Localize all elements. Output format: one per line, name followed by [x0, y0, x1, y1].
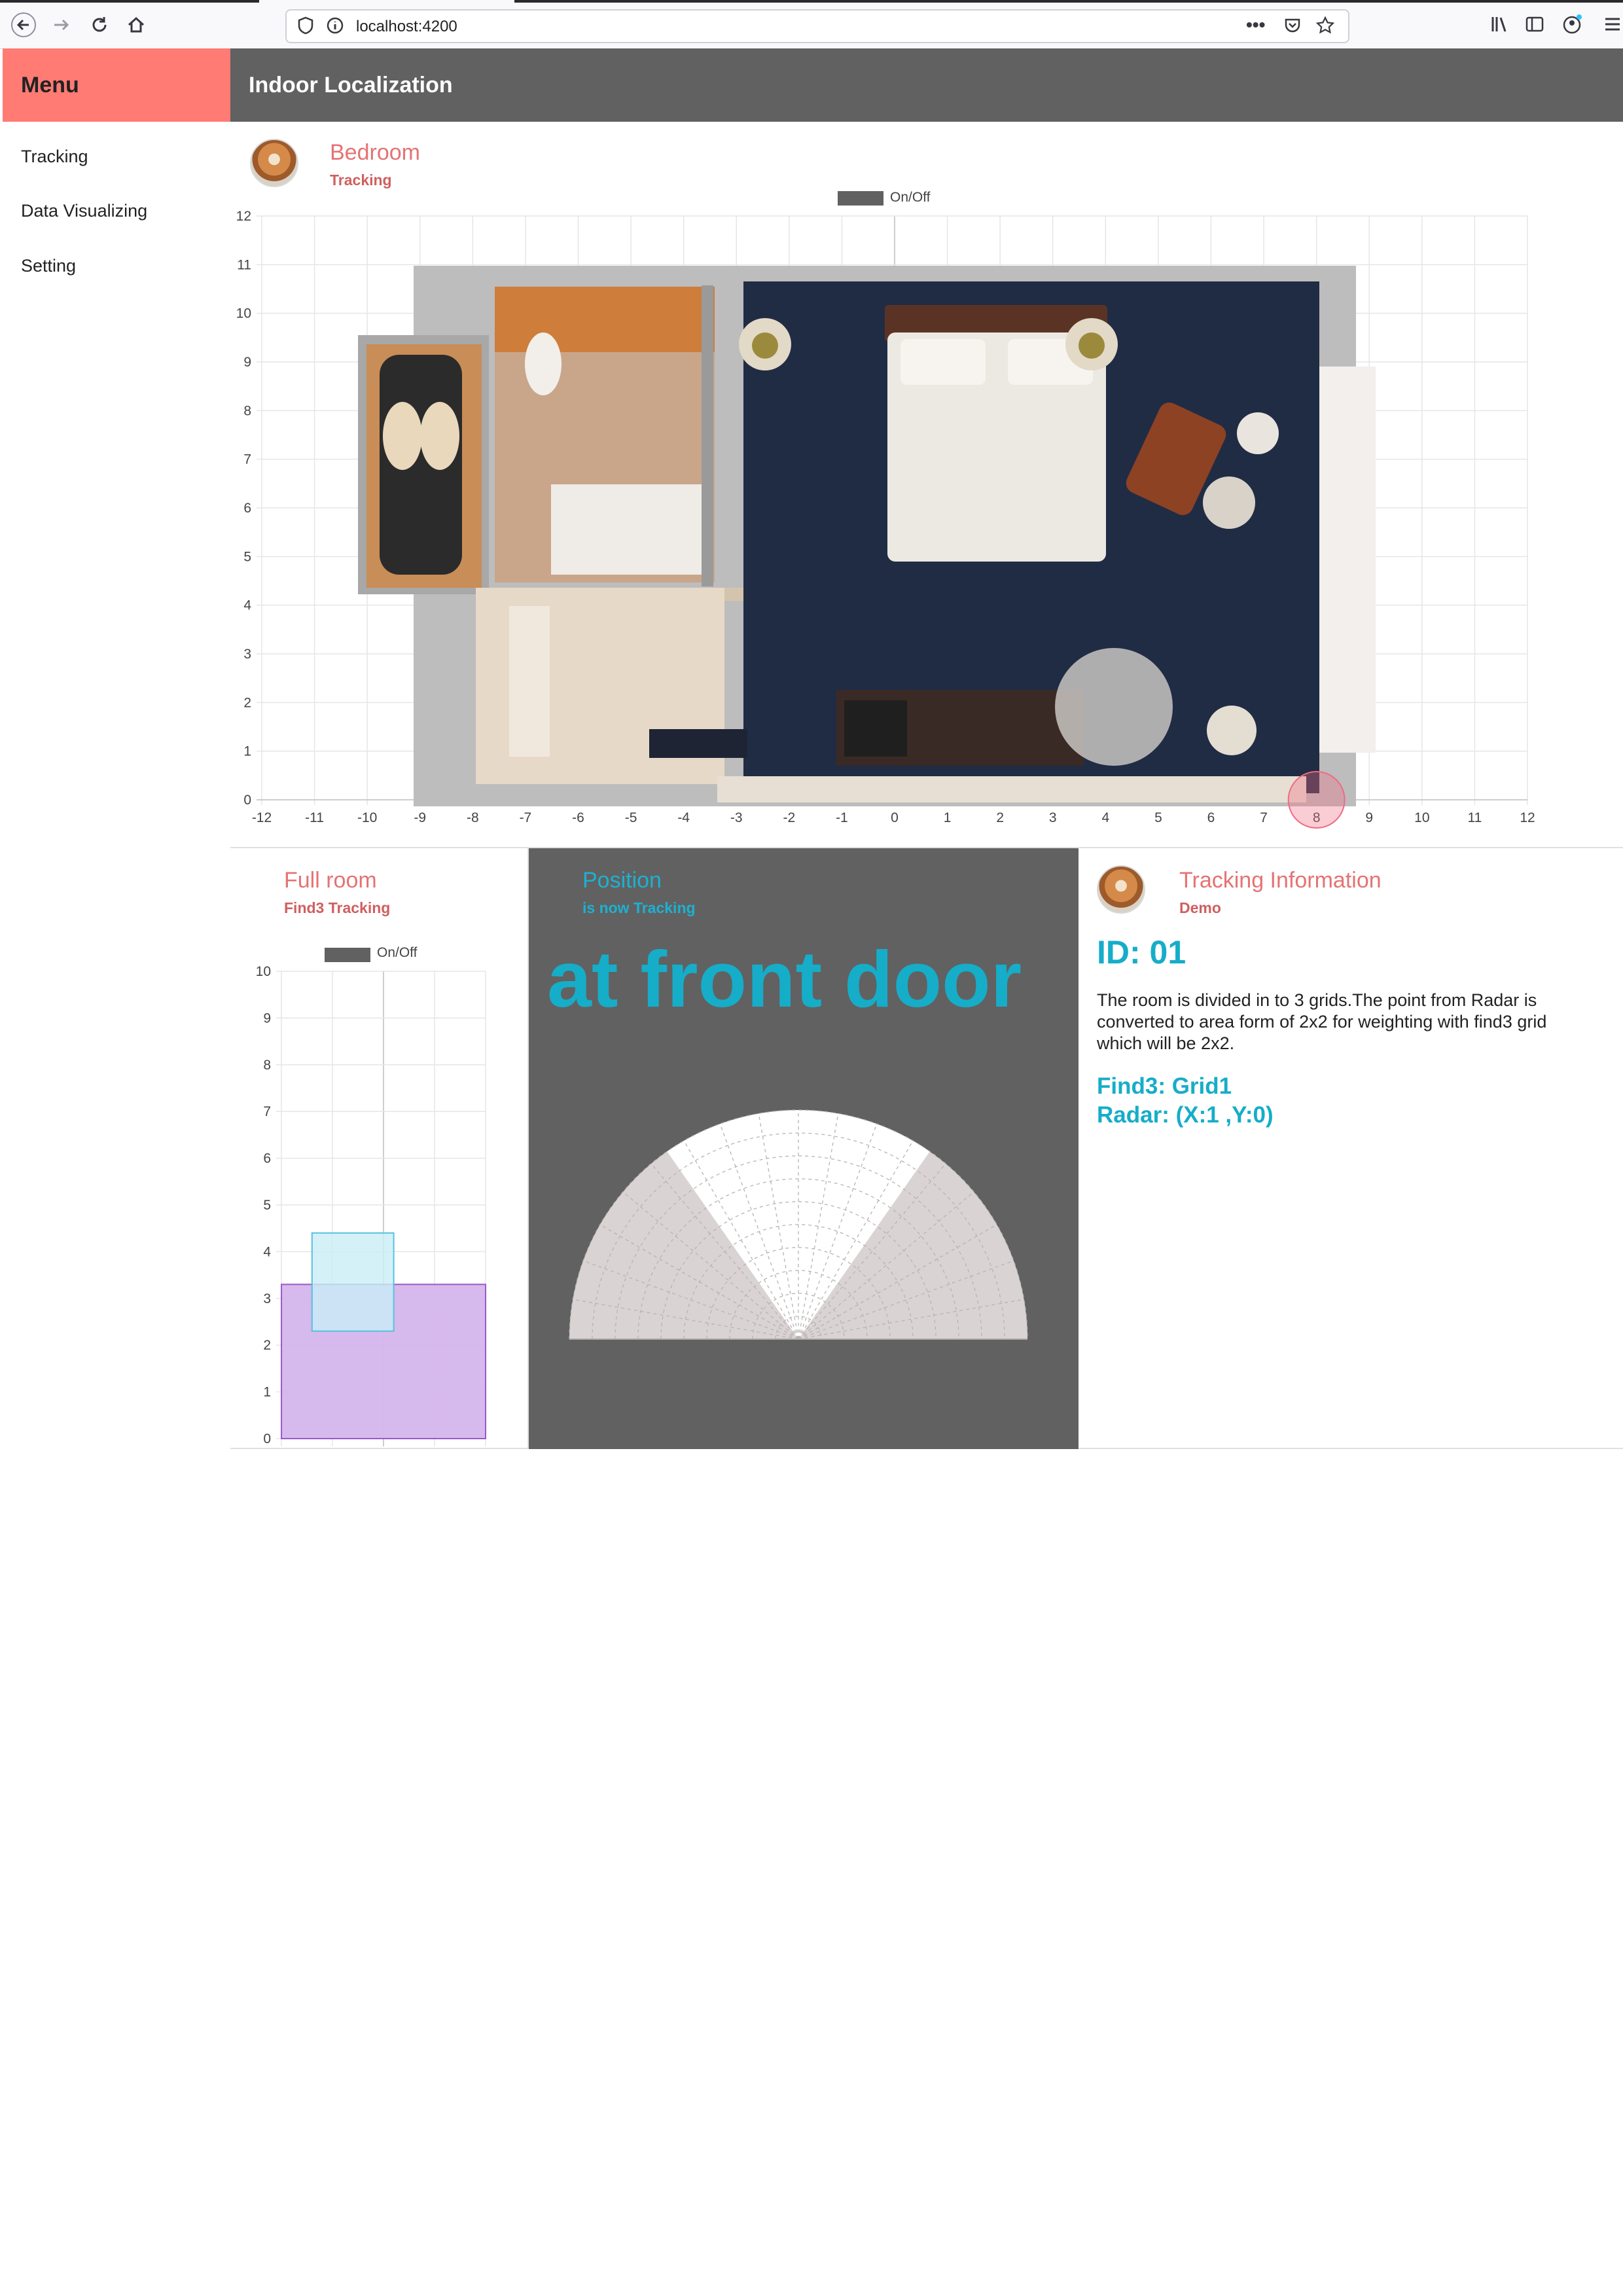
- y-tick-label: 2: [243, 695, 251, 710]
- grid-area[interactable]: [311, 1232, 395, 1332]
- address-bar[interactable]: localhost:4200 •••: [285, 9, 1349, 43]
- y-tick-label: 3: [243, 647, 251, 662]
- x-tick-label: -8: [467, 810, 479, 825]
- y-tick-label: 6: [243, 501, 251, 516]
- x-tick-label: -1: [836, 810, 848, 825]
- hamburger-menu-icon[interactable]: [1602, 14, 1622, 37]
- y-tick-label: 6: [263, 1151, 271, 1166]
- x-tick-label: 9: [1365, 810, 1373, 825]
- floorplan-image: [358, 266, 1376, 806]
- fullroom-chart[interactable]: 0 1 2 3 4 5 6 7 8 9 10: [230, 848, 529, 1449]
- y-tick-label: 12: [236, 209, 251, 224]
- x-tick-label: 1: [944, 810, 952, 825]
- bookmark-star-icon[interactable]: [1315, 16, 1335, 39]
- home-icon[interactable]: [122, 10, 151, 39]
- app-title: Indoor Localization: [230, 48, 1623, 122]
- card-subtitle: Demo: [1179, 899, 1221, 916]
- browser-toolbar: localhost:4200 •••: [0, 0, 1623, 49]
- y-tick-label: 2: [263, 1338, 271, 1353]
- y-tick-label: 3: [263, 1291, 271, 1306]
- x-tick-label: -9: [414, 810, 426, 825]
- y-tick-label: 1: [243, 744, 251, 759]
- x-tick-label: 10: [1414, 810, 1429, 825]
- sidebar-item-data-visualizing[interactable]: Data Visualizing: [21, 201, 147, 221]
- position-card: Position is now Tracking at front door: [529, 848, 1079, 1449]
- x-tick-label: -10: [357, 810, 377, 825]
- tab-strip: [0, 0, 259, 3]
- x-tick-label: 0: [891, 810, 899, 825]
- tracking-id: ID: 01: [1097, 934, 1186, 971]
- reload-icon[interactable]: [85, 10, 114, 39]
- radar-result: Radar: (X:1 ,Y:0): [1097, 1102, 1274, 1128]
- x-tick-label: -4: [677, 810, 690, 825]
- menu-header: Menu: [3, 48, 230, 122]
- shield-icon[interactable]: [297, 16, 314, 38]
- tracked-position-point[interactable]: [1287, 771, 1346, 829]
- x-tick-label: 11: [1468, 810, 1482, 825]
- y-tick-label: 4: [243, 598, 251, 613]
- x-tick-label: -7: [520, 810, 532, 825]
- back-icon[interactable]: [9, 10, 38, 39]
- y-tick-label: 4: [263, 1244, 271, 1259]
- bedroom-chart[interactable]: -12-11-10-9-8-7-6-5-4-3-2-10123456789101…: [230, 122, 1623, 848]
- more-actions-icon[interactable]: •••: [1246, 14, 1265, 35]
- y-tick-label: 5: [243, 549, 251, 564]
- x-tick-label: 2: [996, 810, 1004, 825]
- bedroom-card: Bedroom Tracking On/Off -12 -11 -10 -9 -…: [230, 122, 1623, 848]
- y-tick-label: 9: [263, 1011, 271, 1026]
- y-tick-label: 7: [263, 1104, 271, 1119]
- url-text[interactable]: localhost:4200: [356, 18, 457, 36]
- y-tick-label: 0: [263, 1431, 271, 1446]
- x-tick-label: 6: [1207, 810, 1215, 825]
- card-title: Tracking Information: [1179, 868, 1382, 893]
- x-tick-label: 5: [1154, 810, 1162, 825]
- x-tick-label: -12: [252, 810, 272, 825]
- x-tick-label: 7: [1260, 810, 1268, 825]
- x-tick-label: -5: [625, 810, 637, 825]
- y-tick-label: 11: [237, 257, 251, 272]
- y-tick-label: 10: [236, 306, 251, 321]
- y-tick-label: 8: [243, 403, 251, 418]
- tab-strip: [514, 0, 1623, 3]
- x-tick-label: -6: [572, 810, 584, 825]
- y-tick-label: 7: [243, 452, 251, 467]
- tracking-description: The room is divided in to 3 grids.The po…: [1097, 990, 1547, 1053]
- find3-result: Find3: Grid1: [1097, 1073, 1232, 1099]
- info-icon[interactable]: [326, 16, 344, 38]
- x-tick-label: 4: [1101, 810, 1109, 825]
- x-tick-label: -11: [305, 810, 324, 825]
- sidebar-toggle-icon[interactable]: [1525, 14, 1544, 37]
- account-icon[interactable]: [1561, 13, 1584, 39]
- sidebar-item-setting[interactable]: Setting: [21, 256, 76, 276]
- fullroom-card: Full room Find3 Tracking On/Off 01234567…: [230, 848, 529, 1449]
- y-tick-label: 8: [263, 1058, 271, 1073]
- x-tick-label: 3: [1049, 810, 1057, 825]
- radar-chart[interactable]: [529, 848, 1079, 1449]
- y-tick-label: 0: [243, 793, 251, 808]
- x-tick-label: -2: [783, 810, 795, 825]
- pocket-icon[interactable]: [1283, 16, 1302, 39]
- y-tick-label: 9: [243, 355, 251, 370]
- sidebar-item-tracking[interactable]: Tracking: [21, 147, 88, 167]
- y-tick-label: 1: [263, 1385, 271, 1400]
- library-icon[interactable]: [1489, 14, 1509, 37]
- x-tick-label: 12: [1520, 810, 1535, 825]
- forward-icon[interactable]: [47, 10, 76, 39]
- x-tick-label: -3: [730, 810, 743, 825]
- avatar: [1097, 865, 1145, 914]
- y-tick-label: 10: [256, 964, 271, 979]
- y-tick-label: 5: [263, 1198, 271, 1213]
